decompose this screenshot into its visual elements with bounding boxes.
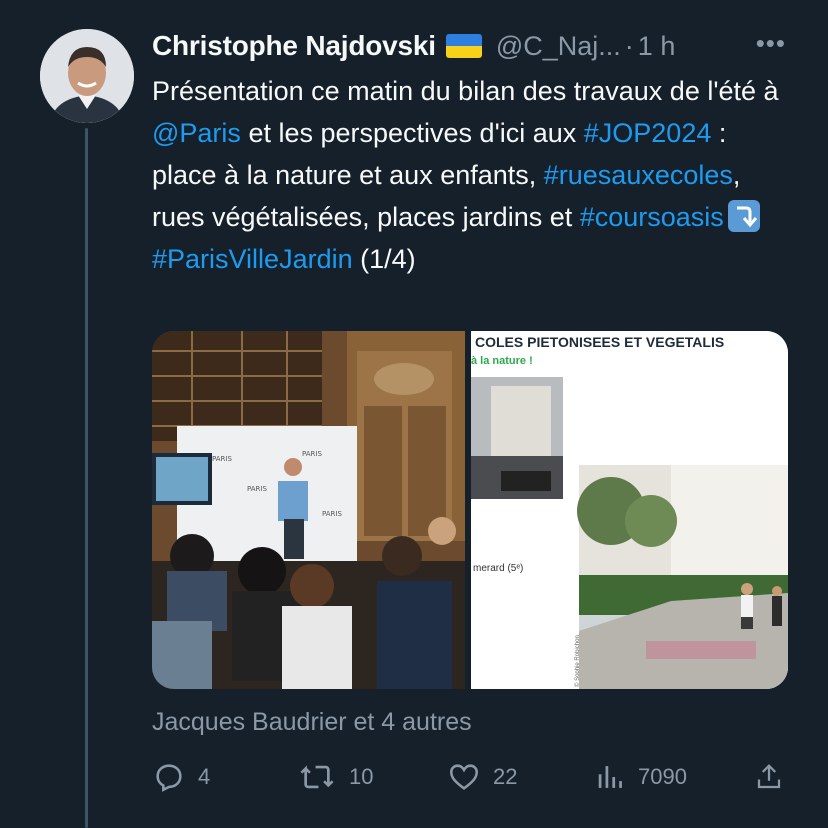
views-count: 7090	[638, 764, 687, 789]
views-icon	[598, 766, 622, 788]
slide-subtitle: à la nature !	[471, 355, 533, 367]
text-part: Présentation ce matin du bilan des trava…	[152, 76, 779, 106]
reply-button[interactable]: 4	[152, 760, 210, 794]
reply-icon	[156, 764, 182, 792]
share-button[interactable]	[754, 760, 784, 794]
verified-flag-icon	[445, 34, 482, 58]
author-name[interactable]: Christophe Najdovski	[152, 30, 436, 62]
like-count: 22	[493, 764, 518, 789]
timestamp[interactable]: 1 h	[638, 31, 676, 62]
slide-caption: merard (5ᵉ)	[473, 563, 523, 574]
thread-line	[85, 128, 88, 828]
text-part: (1/4)	[352, 244, 416, 274]
text-part: et les perspectives d'ici aux	[240, 118, 584, 148]
separator: ·	[624, 30, 634, 61]
retweet-icon	[300, 765, 334, 789]
media-grid[interactable]: PARIS PARIS PARIS PARIS COLES PIETONISEE…	[152, 331, 788, 689]
backdrop-logo: PARIS	[322, 510, 342, 518]
hashtag-link[interactable]: #ruesauxecoles	[544, 160, 733, 190]
mention-link[interactable]: @Paris	[152, 118, 241, 148]
tweet-text: Présentation ce matin du bilan des trava…	[152, 70, 792, 280]
like-button[interactable]: 22	[447, 760, 517, 794]
arrow-emoji-icon	[727, 200, 760, 232]
backdrop-logo: PARIS	[212, 455, 232, 463]
backdrop-logo: PARIS	[247, 485, 267, 493]
liked-by[interactable]: Jacques Baudrier et 4 autres	[152, 708, 472, 737]
reply-count: 4	[198, 764, 211, 789]
author-handle[interactable]: @C_Naj...	[496, 31, 621, 62]
views-button[interactable]: 7090	[596, 760, 687, 794]
hashtag-link[interactable]: #JOP2024	[584, 118, 712, 148]
share-icon	[757, 764, 781, 789]
backdrop-logo: PARIS	[302, 450, 322, 458]
more-icon[interactable]: •••	[756, 28, 786, 59]
retweet-count: 10	[349, 764, 374, 789]
avatar[interactable]	[40, 29, 134, 123]
tweet-header: Christophe Najdovski @C_Naj... · 1 h •••	[152, 26, 788, 66]
photo-slide[interactable]: COLES PIETONISEES ET VEGETALIS à la natu…	[471, 331, 788, 689]
like-icon	[449, 764, 479, 790]
hashtag-link[interactable]: #coursoasis	[580, 202, 724, 232]
hashtag-link[interactable]: #ParisVilleJardin	[152, 244, 353, 274]
retweet-button[interactable]: 10	[297, 760, 373, 794]
photo-press-conference[interactable]: PARIS PARIS PARIS PARIS	[152, 331, 465, 689]
action-bar: 4 10 22 7090	[152, 760, 788, 800]
slide-title: COLES PIETONISEES ET VEGETALIS	[475, 334, 724, 350]
